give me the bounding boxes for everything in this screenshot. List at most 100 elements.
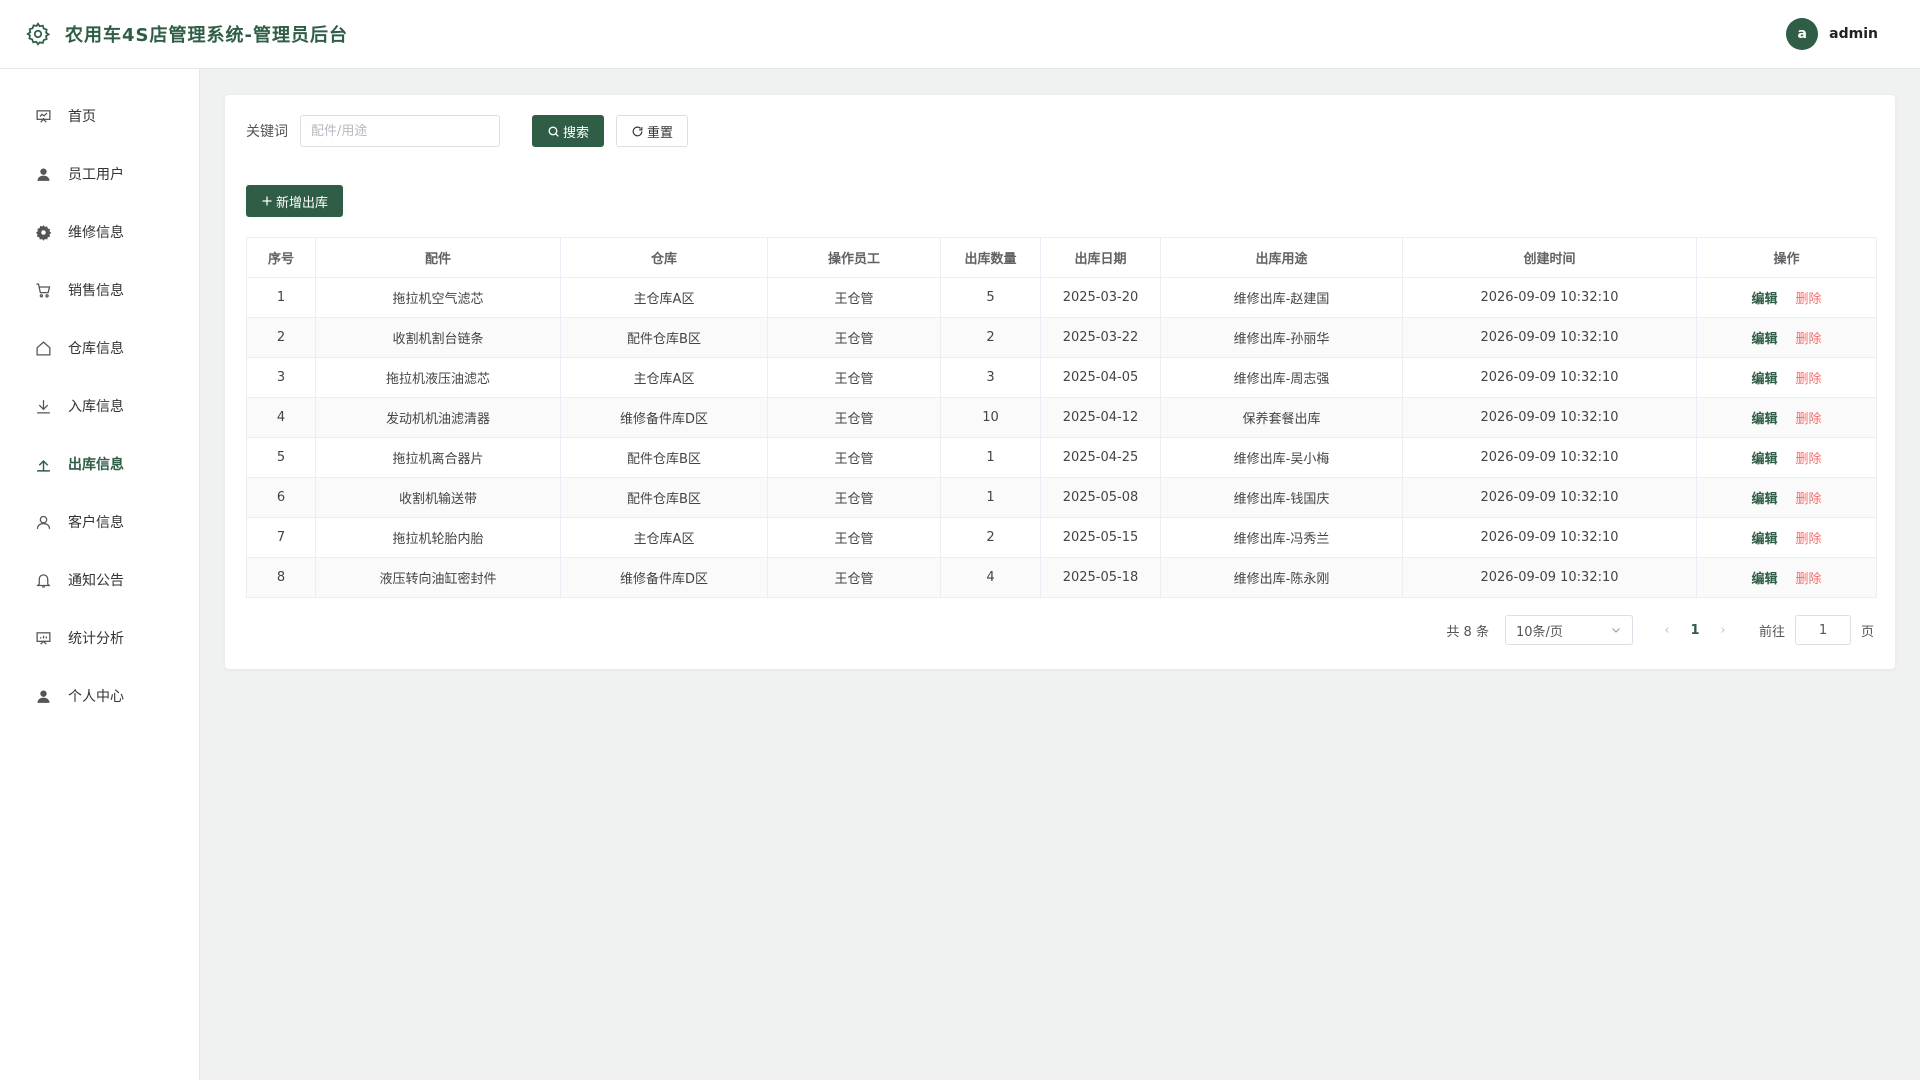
delete-button[interactable]: 删除: [1796, 372, 1822, 387]
sidebar-item-sales[interactable]: 销售信息: [0, 261, 199, 319]
table-cell: 王仓管: [767, 517, 941, 558]
column-header[interactable]: 出库日期: [1040, 237, 1161, 278]
table-cell: 1: [246, 277, 316, 318]
actions-cell: 编辑 删除: [1696, 477, 1877, 518]
search-input[interactable]: [300, 115, 500, 147]
prev-page-icon[interactable]: ‹: [1655, 623, 1679, 638]
edit-button[interactable]: 编辑: [1751, 532, 1777, 547]
delete-button[interactable]: 删除: [1796, 452, 1822, 467]
column-header[interactable]: 序号: [246, 237, 316, 278]
table-cell: 主仓库A区: [560, 357, 768, 398]
table-row: 4 发动机机油滤清器 维修备件库D区 王仓管 10 2025-04-12 保养套餐出库 202…: [246, 397, 1877, 438]
sidebar-item-label: 出库信息: [68, 457, 124, 473]
sidebar-item-home[interactable]: 首页: [0, 87, 199, 145]
edit-button[interactable]: 编辑: [1751, 412, 1777, 427]
delete-button[interactable]: 删除: [1796, 292, 1822, 307]
reset-button[interactable]: 重置: [616, 115, 689, 147]
pagination: 共 8 条 10条/页 ‹ 1 › 前往 1 页: [1446, 615, 1874, 645]
table-row: 5 拖拉机离合器片 配件仓库B区 王仓管 1 2025-04-25 维修出库-吴小梅 2026…: [246, 437, 1877, 478]
table-row: 3 拖拉机液压油滤芯 主仓库A区 王仓管 3 2025-04-05 维修出库-周志强 2026…: [246, 357, 1877, 398]
edit-button[interactable]: 编辑: [1751, 492, 1777, 507]
search-button[interactable]: 搜索: [532, 115, 605, 147]
page-number[interactable]: 1: [1679, 623, 1711, 638]
bell-icon: [34, 571, 52, 589]
app-title: 农用车4S店管理系统-管理员后台: [65, 25, 348, 46]
edit-button[interactable]: 编辑: [1751, 572, 1777, 587]
edit-button[interactable]: 编辑: [1751, 332, 1777, 347]
goto-page-input[interactable]: 1: [1794, 615, 1851, 645]
sidebar-item-label: 入库信息: [68, 399, 124, 415]
edit-button[interactable]: 编辑: [1751, 292, 1777, 307]
add-stock-out-button[interactable]: 新增出库: [246, 185, 344, 217]
main-card: 关键词 搜索 重置 新增出库 序号 配件 仓库 操作员工 出库数量 出库日期 出…: [225, 95, 1895, 669]
table-cell: 王仓管: [767, 277, 941, 318]
delete-button[interactable]: 删除: [1796, 492, 1822, 507]
actions-cell: 编辑 删除: [1696, 397, 1877, 438]
username[interactable]: admin: [1829, 26, 1878, 42]
sidebar-item-repair[interactable]: 维修信息: [0, 203, 199, 261]
table-cell: 拖拉机离合器片: [315, 437, 561, 478]
user-menu[interactable]: a admin: [1786, 18, 1878, 50]
sidebar-item-notices[interactable]: 通知公告: [0, 551, 199, 609]
user-icon: [34, 687, 52, 705]
search-bar: 关键词 搜索 重置: [246, 115, 689, 147]
sidebar-item-warehouse[interactable]: 仓库信息: [0, 319, 199, 377]
delete-button[interactable]: 删除: [1796, 412, 1822, 427]
table-row: 7 拖拉机轮胎内胎 主仓库A区 王仓管 2 2025-05-15 维修出库-冯秀兰 2026-…: [246, 517, 1877, 558]
cart-icon: [34, 281, 52, 299]
table-cell: 拖拉机液压油滤芯: [315, 357, 561, 398]
table-cell: 发动机机油滤清器: [315, 397, 561, 438]
search-button-label: 搜索: [563, 125, 590, 141]
edit-button[interactable]: 编辑: [1751, 452, 1777, 467]
table-row: 6 收割机输送带 配件仓库B区 王仓管 1 2025-05-08 维修出库-钱国庆 2026-…: [246, 477, 1877, 518]
table-cell: 5: [940, 277, 1041, 318]
actions-cell: 编辑 删除: [1696, 557, 1877, 598]
table-cell: 2025-05-15: [1040, 517, 1161, 558]
sidebar-item-staff[interactable]: 员工用户: [0, 145, 199, 203]
table-cell: 2026-09-09 10:32:10: [1402, 517, 1697, 558]
next-page-icon[interactable]: ›: [1711, 623, 1735, 638]
sidebar-item-stock-out[interactable]: 出库信息: [0, 435, 199, 493]
table-cell: 3: [246, 357, 316, 398]
total-count: 共 8 条: [1446, 624, 1489, 640]
table-cell: 维修出库-孙丽华: [1160, 317, 1403, 358]
table-cell: 2025-04-05: [1040, 357, 1161, 398]
table-cell: 2026-09-09 10:32:10: [1402, 477, 1697, 518]
delete-button[interactable]: 删除: [1796, 532, 1822, 547]
sidebar-item-stock-in[interactable]: 入库信息: [0, 377, 199, 435]
table-cell: 维修备件库D区: [560, 397, 768, 438]
column-header[interactable]: 创建时间: [1402, 237, 1697, 278]
column-header[interactable]: 仓库: [560, 237, 768, 278]
delete-button[interactable]: 删除: [1796, 332, 1822, 347]
table-cell: 2025-03-22: [1040, 317, 1161, 358]
sidebar-item-label: 员工用户: [68, 167, 124, 183]
sidebar-item-label: 客户信息: [68, 515, 124, 531]
sidebar-item-customers[interactable]: 客户信息: [0, 493, 199, 551]
column-header[interactable]: 配件: [315, 237, 561, 278]
column-header[interactable]: 出库数量: [940, 237, 1041, 278]
sidebar-item-profile[interactable]: 个人中心: [0, 667, 199, 725]
sidebar-item-label: 销售信息: [68, 283, 124, 299]
column-header[interactable]: 出库用途: [1160, 237, 1403, 278]
table-cell: 主仓库A区: [560, 277, 768, 318]
column-header[interactable]: 操作员工: [767, 237, 941, 278]
table-cell: 4: [246, 397, 316, 438]
delete-button[interactable]: 删除: [1796, 572, 1822, 587]
sidebar-item-label: 仓库信息: [68, 341, 124, 357]
table-cell: 2026-09-09 10:32:10: [1402, 317, 1697, 358]
table-cell: 10: [940, 397, 1041, 438]
page-size-select[interactable]: 10条/页: [1504, 615, 1633, 645]
sidebar-item-statistics[interactable]: 统计分析: [0, 609, 199, 667]
gear-logo-icon: [24, 20, 52, 48]
refresh-icon: [632, 126, 643, 136]
avatar[interactable]: a: [1786, 18, 1819, 50]
column-header[interactable]: 操作: [1696, 237, 1877, 278]
table-cell: 2: [940, 517, 1041, 558]
edit-button[interactable]: 编辑: [1751, 372, 1777, 387]
table-cell: 2025-05-08: [1040, 477, 1161, 518]
table-cell: 4: [940, 557, 1041, 598]
stock-out-table: 序号 配件 仓库 操作员工 出库数量 出库日期 出库用途 创建时间 操作 1 拖拉…: [246, 237, 1877, 598]
gear-icon: [34, 223, 52, 241]
table-cell: 王仓管: [767, 317, 941, 358]
table-cell: 拖拉机轮胎内胎: [315, 517, 561, 558]
